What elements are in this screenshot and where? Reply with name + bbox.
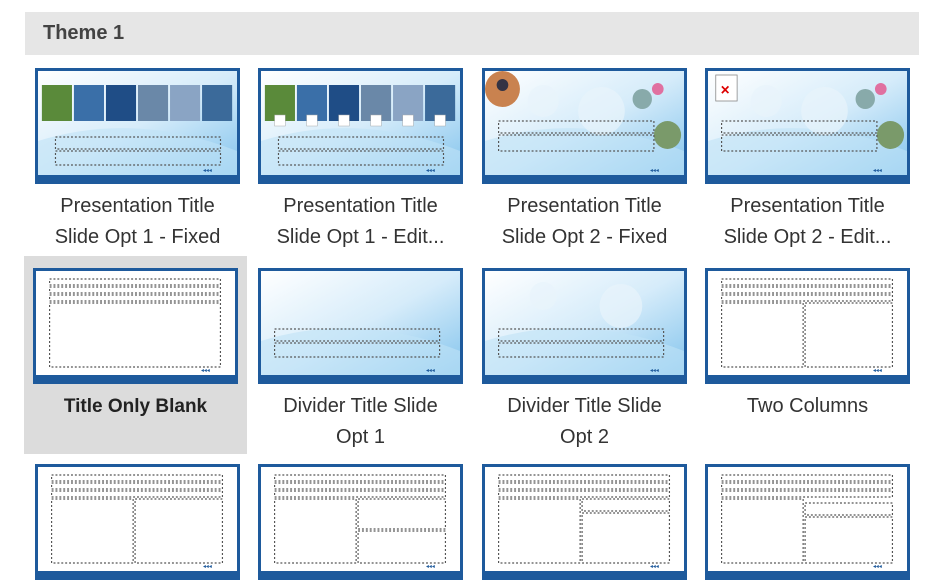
layout-tile[interactable]: ◂◂◂ xyxy=(258,464,480,580)
svg-text:◂◂◂: ◂◂◂ xyxy=(426,368,435,374)
layout-label-line2: Slide Opt 2 - Fixed xyxy=(501,226,668,248)
layout-label-line2: Slide Opt 2 - Edit... xyxy=(723,226,892,248)
svg-text:◂◂◂: ◂◂◂ xyxy=(873,564,882,570)
svg-text:◂◂◂: ◂◂◂ xyxy=(203,168,212,174)
layout-label: Title Only Blank xyxy=(33,391,238,422)
layout-label: Presentation Title Slide Opt 2 - Fixed xyxy=(482,191,687,253)
layout-label: Presentation Title Slide Opt 2 - Edit... xyxy=(705,191,910,253)
layout-label: Divider Title Slide Opt 1 xyxy=(258,391,463,453)
layout-thumbnail[interactable]: ◂◂◂ xyxy=(35,464,240,580)
layout-tile[interactable]: ◂◂◂ xyxy=(705,464,926,580)
layout-thumbnail[interactable]: ◂◂◂ xyxy=(258,68,463,184)
layout-tile[interactable]: ◂◂◂ Divider Title Slide Opt 2 xyxy=(482,268,704,453)
svg-text:◂◂◂: ◂◂◂ xyxy=(203,564,212,570)
layout-label-line1: Divider Title Slide xyxy=(283,395,438,417)
layout-thumbnail[interactable]: × ◂◂◂ xyxy=(705,68,910,184)
layout-label: Divider Title Slide Opt 2 xyxy=(482,391,687,453)
thumbnail-graphic: × ◂◂◂ xyxy=(708,71,907,181)
svg-text:◂◂◂: ◂◂◂ xyxy=(650,168,659,174)
layout-label: Two Columns xyxy=(705,391,910,422)
layout-tile-selected[interactable]: ◂◂◂ Title Only Blank xyxy=(24,256,255,454)
thumbnail-graphic: ◂◂◂ xyxy=(261,71,460,181)
layout-tile[interactable]: ◂◂◂ xyxy=(482,464,704,580)
svg-text:◂◂◂: ◂◂◂ xyxy=(201,368,210,374)
layout-label-line2: Opt 1 xyxy=(336,426,385,448)
layout-label-line1: Divider Title Slide xyxy=(507,395,662,417)
layout-tile[interactable]: ◂◂◂ xyxy=(35,464,257,580)
layout-thumbnail[interactable]: ◂◂◂ xyxy=(482,68,687,184)
svg-text:◂◂◂: ◂◂◂ xyxy=(426,564,435,570)
layout-label-line1: Presentation Title xyxy=(730,195,885,217)
layout-tile[interactable]: × ◂◂◂ Presentation Title Slide Opt 2 - Ed… xyxy=(705,68,926,253)
thumbnail-graphic: ◂◂◂ xyxy=(38,71,237,181)
layout-tile[interactable]: ◂◂◂ Presentation Title Slide Opt 2 - Fix… xyxy=(482,68,704,253)
layout-label-line1: Two Columns xyxy=(746,395,869,417)
layout-thumbnail[interactable]: ◂◂◂ xyxy=(482,464,687,580)
layout-thumbnail[interactable]: ◂◂◂ xyxy=(33,268,238,384)
thumbnail-graphic: ◂◂◂ xyxy=(485,71,684,181)
layout-label-line2: Slide Opt 1 - Edit... xyxy=(276,226,445,248)
layout-label-line1: Presentation Title xyxy=(507,195,662,217)
layout-label: Presentation Title Slide Opt 1 - Edit... xyxy=(258,191,463,253)
thumbnail-graphic: ◂◂◂ xyxy=(708,271,907,381)
layout-thumbnail[interactable]: ◂◂◂ xyxy=(258,464,463,580)
svg-text:◂◂◂: ◂◂◂ xyxy=(426,168,435,174)
layout-label-line1: Presentation Title xyxy=(60,195,215,217)
thumbnail-graphic: ◂◂◂ xyxy=(261,271,460,381)
layout-label-line2: Opt 2 xyxy=(560,426,609,448)
layout-label-line2: Slide Opt 1 - Fixed xyxy=(54,226,221,248)
thumbnail-graphic: ◂◂◂ xyxy=(261,467,460,577)
thumbnail-graphic: ◂◂◂ xyxy=(38,467,237,577)
layout-thumbnail[interactable]: ◂◂◂ xyxy=(705,464,910,580)
layout-tile[interactable]: ◂◂◂ Presentation Title Slide Opt 1 - Fix… xyxy=(35,68,257,253)
svg-text:×: × xyxy=(721,82,730,99)
thumbnail-graphic: ◂◂◂ xyxy=(708,467,907,577)
section-header: Theme 1 xyxy=(25,12,919,55)
layout-label-line1: Title Only Blank xyxy=(63,396,208,417)
svg-text:◂◂◂: ◂◂◂ xyxy=(873,368,882,374)
layout-tile[interactable]: ◂◂◂ Divider Title Slide Opt 1 xyxy=(258,268,480,453)
thumbnail-graphic: ◂◂◂ xyxy=(36,271,235,381)
svg-text:◂◂◂: ◂◂◂ xyxy=(650,368,659,374)
layout-label-line1: Presentation Title xyxy=(283,195,438,217)
layout-label: Presentation Title Slide Opt 1 - Fixed xyxy=(35,191,240,253)
layout-thumbnail[interactable]: ◂◂◂ xyxy=(482,268,687,384)
layout-thumbnail[interactable]: ◂◂◂ xyxy=(705,268,910,384)
section-title: Theme 1 xyxy=(43,22,125,44)
layout-thumbnail[interactable]: ◂◂◂ xyxy=(35,68,240,184)
svg-text:◂◂◂: ◂◂◂ xyxy=(873,168,882,174)
svg-text:◂◂◂: ◂◂◂ xyxy=(650,564,659,570)
layout-tile[interactable]: ◂◂◂ Two Columns xyxy=(705,268,926,422)
layout-thumbnail[interactable]: ◂◂◂ xyxy=(258,268,463,384)
layout-tile[interactable]: ◂◂◂ Presentation Title Slide Opt 1 - Edi… xyxy=(258,68,480,253)
thumbnail-graphic: ◂◂◂ xyxy=(485,271,684,381)
thumbnail-graphic: ◂◂◂ xyxy=(485,467,684,577)
